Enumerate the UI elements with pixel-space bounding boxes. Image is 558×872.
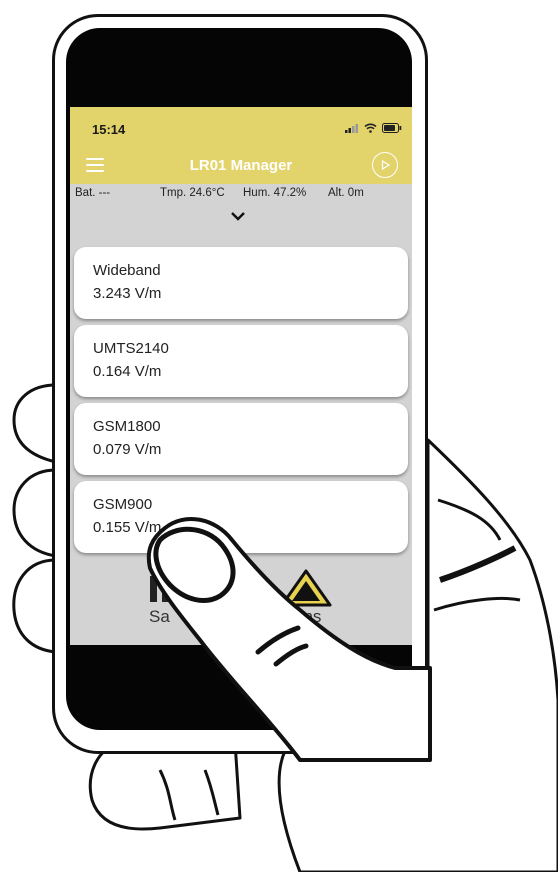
battery-icon bbox=[382, 123, 402, 133]
measurement-card-gsm900[interactable]: GSM900 0.155 V/m bbox=[74, 481, 408, 553]
wifi-icon bbox=[364, 123, 377, 133]
band-value: 0.079 V/m bbox=[93, 441, 162, 458]
band-value: 0.155 V/m bbox=[93, 519, 162, 536]
status-icons bbox=[345, 123, 402, 133]
app-header: 15:14 LR01 Manager bbox=[70, 107, 412, 184]
bottom-nav: Sa ons bbox=[70, 552, 412, 645]
app-title: LR01 Manager bbox=[189, 157, 293, 174]
temperature-readout: Tmp. 24.6°C bbox=[160, 187, 225, 199]
band-name: Wideband bbox=[93, 262, 161, 279]
signal-icon bbox=[345, 123, 358, 133]
warning-icon bbox=[280, 569, 332, 607]
nav-label-left: Sa bbox=[149, 607, 170, 626]
measurement-card-gsm1800[interactable]: GSM1800 0.079 V/m bbox=[74, 403, 408, 475]
measurement-card-wideband[interactable]: Wideband 3.243 V/m bbox=[74, 247, 408, 319]
band-name: GSM900 bbox=[93, 496, 153, 513]
chart-icon bbox=[150, 576, 169, 602]
band-value: 0.164 V/m bbox=[93, 363, 162, 380]
band-name: UMTS2140 bbox=[93, 340, 169, 357]
status-time: 15:14 bbox=[92, 122, 126, 137]
humidity-readout: Hum. 47.2% bbox=[243, 187, 307, 199]
measurement-card-umts2140[interactable]: UMTS2140 0.164 V/m bbox=[74, 325, 408, 397]
chevron-down-icon[interactable] bbox=[230, 211, 246, 221]
battery-readout: Bat. --- bbox=[75, 187, 111, 199]
play-button[interactable] bbox=[372, 152, 398, 178]
play-icon bbox=[381, 160, 390, 170]
nav-label-right: ons bbox=[294, 607, 322, 626]
app-screen: 15:14 LR01 Manager Bat. --- Tmp. 24.6°C … bbox=[70, 107, 412, 645]
band-name: GSM1800 bbox=[93, 418, 161, 435]
altitude-readout: Alt. 0m bbox=[328, 187, 364, 199]
band-value: 3.243 V/m bbox=[93, 285, 162, 302]
